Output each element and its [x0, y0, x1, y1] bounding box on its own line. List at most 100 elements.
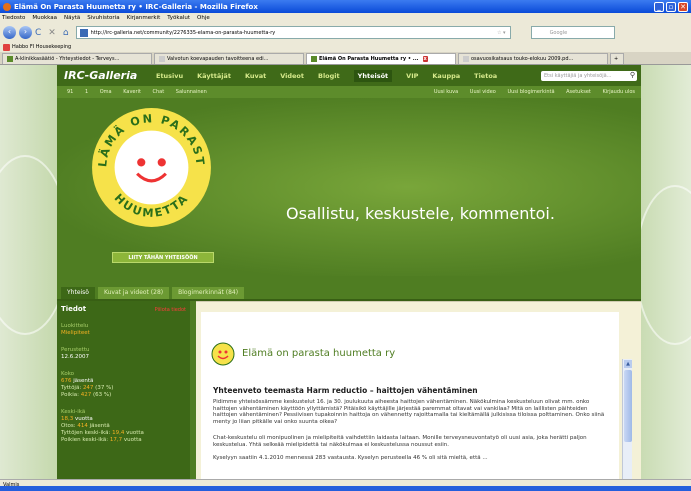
category-label: Luokittelu: [61, 323, 89, 329]
nav-tietoa[interactable]: Tietoa: [474, 72, 497, 80]
menu-tools[interactable]: Työkalut: [167, 15, 190, 21]
article-panel: Elämä on parasta huumetta ry Yhteenveto …: [201, 312, 619, 479]
nav-videot[interactable]: Videot: [280, 72, 304, 80]
browser-tab[interactable]: A-klinikkasäätiö - Yhteystiedot - Tervey…: [2, 53, 152, 64]
founded-value: 12.6.2007: [61, 354, 89, 360]
nav-blogit[interactable]: Blogit: [318, 72, 340, 80]
subbar-notifications[interactable]: 1: [85, 89, 88, 95]
home-icon[interactable]: ⌂: [63, 28, 69, 38]
nav-kayttajat[interactable]: Käyttäjät: [197, 72, 231, 80]
reload-icon[interactable]: C: [35, 28, 41, 38]
join-community-button[interactable]: LIITY TÄHÄN YHTEISÖÖN: [112, 252, 214, 263]
girls-age-label: Tyttöjen keski-ikä:: [61, 430, 113, 436]
forward-button[interactable]: ›: [19, 26, 32, 39]
tab-favicon-icon: [463, 56, 469, 62]
sample-label: Otos:: [61, 423, 78, 429]
hide-info-link[interactable]: Piilota tiedot: [155, 307, 186, 313]
group-name-heading: Elämä on parasta huumetta ry: [242, 348, 396, 359]
category-value[interactable]: Mielipiteet: [61, 330, 186, 337]
site-search-input[interactable]: Etsi käyttäjiä ja yhteisöjä... ⚲: [541, 70, 637, 81]
tab-photos-videos[interactable]: Kuvat ja videot (28): [97, 287, 170, 299]
browser-tab[interactable]: osavuosikatsaus touko-elokuu 2009.pd...: [458, 53, 608, 64]
subbar-own[interactable]: Oma: [100, 89, 112, 95]
category-block: Luokittelu Mielipiteet: [61, 323, 186, 337]
new-tab-button[interactable]: +: [610, 53, 624, 64]
decorative-swirl: [635, 185, 691, 345]
tab-label: osavuosikatsaus touko-elokuu 2009.pd...: [471, 56, 574, 62]
girls-count: 247: [82, 385, 94, 391]
bookmark-star-icon[interactable]: ☆ ▾: [497, 30, 506, 36]
subbar-friends[interactable]: Kaverit: [123, 89, 141, 95]
search-icon[interactable]: ⚲: [630, 71, 635, 79]
nav-kuvat[interactable]: Kuvat: [245, 72, 266, 80]
menu-bookmarks[interactable]: Kirjanmerkit: [127, 15, 161, 21]
boys-age-label: Poikien keski-ikä:: [61, 437, 110, 443]
search-placeholder: Google: [549, 29, 568, 36]
article-scrollbar[interactable]: ▲: [622, 359, 632, 479]
new-photo-link[interactable]: Uusi kuva: [434, 89, 458, 95]
logout-link[interactable]: Kirjaudu ulos: [603, 89, 636, 95]
nav-kauppa[interactable]: Kauppa: [432, 72, 460, 80]
page-viewport[interactable]: IRC-Galleria Etusivu Käyttäjät Kuvat Vid…: [0, 65, 691, 479]
new-video-link[interactable]: Uusi video: [470, 89, 496, 95]
tab-label: Elämä On Parasta Huumetta ry • ...: [319, 56, 419, 62]
bookmark-item[interactable]: Habbo FI Housekeeping: [12, 44, 71, 50]
subbar-chat[interactable]: Chat: [153, 89, 165, 95]
info-header: Tiedot Piilota tiedot: [61, 305, 186, 313]
close-button[interactable]: ✕: [678, 1, 688, 12]
subbar-random[interactable]: Salunnainen: [176, 89, 207, 95]
url-text: http://irc-galleria.net/community/227633…: [90, 29, 276, 36]
subbar-messages[interactable]: 91: [67, 89, 73, 95]
boys-age-unit: vuotta: [122, 437, 142, 443]
girls-label: Tyttöjä:: [61, 385, 83, 391]
banner-slogan: Osallistu, keskustele, kommentoi.: [286, 204, 555, 223]
menu-history[interactable]: Sivuhistoria: [87, 15, 119, 21]
search-input[interactable]: Google: [530, 26, 615, 39]
site-logo[interactable]: IRC-Galleria: [64, 69, 156, 82]
age-value: 18,3: [61, 416, 74, 422]
menu-file[interactable]: Tiedosto: [2, 15, 25, 21]
url-bar[interactable]: http://irc-galleria.net/community/227633…: [75, 26, 511, 39]
tab-blog-entries[interactable]: Blogimerkinnät (84): [172, 287, 245, 299]
tab-label: A-klinikkasäätiö - Yhteystiedot - Tervey…: [15, 56, 120, 62]
menu-bar: Tiedosto Muokkaa Näytä Sivuhistoria Kirj…: [0, 13, 691, 23]
size-block: Koko 676 jäsentä Tyttöjä: 247 (37 %) Poi…: [61, 371, 186, 399]
firefox-icon: [3, 2, 11, 11]
tab-close-icon[interactable]: x: [422, 56, 428, 62]
scroll-thumb[interactable]: [624, 370, 632, 442]
founded-block: Perustettu 12.6.2007: [61, 347, 186, 361]
settings-link[interactable]: Asetukset: [566, 89, 591, 95]
menu-help[interactable]: Ohje: [197, 15, 210, 21]
stop-icon[interactable]: ✕: [48, 28, 56, 38]
maximize-button[interactable]: ▫: [666, 1, 676, 12]
tab-community[interactable]: Yhteisö: [61, 287, 95, 299]
habbo-icon: [3, 43, 10, 51]
tab-label: Valvotun koevapauden tavoitteena edi...: [167, 56, 269, 62]
nav-vip[interactable]: VIP: [406, 72, 418, 80]
browser-tab[interactable]: Valvotun koevapauden tavoitteena edi...: [154, 53, 304, 64]
boys-percent: (63 %): [91, 392, 112, 398]
tab-favicon-icon: [159, 56, 165, 62]
new-blog-link[interactable]: Uusi blogimerkintä: [507, 89, 554, 95]
community-banner: ELÄMÄ ON PARASTA HUUMETTA Osallistu, kes…: [57, 98, 641, 276]
menu-view[interactable]: Näytä: [64, 15, 80, 21]
menu-edit[interactable]: Muokkaa: [32, 15, 57, 21]
window-titlebar: Elämä On Parasta Huumetta ry • IRC-Galle…: [0, 0, 691, 13]
nav-yhteisot[interactable]: Yhteisöt: [353, 69, 393, 82]
boys-count: 427: [80, 392, 92, 398]
members-text: jäsentä: [71, 378, 94, 384]
window-title: Elämä On Parasta Huumetta ry • IRC-Galle…: [14, 2, 258, 11]
article-paragraph: Pidimme yhteisössämme keskustelut 16. ja…: [213, 399, 605, 425]
windows-taskbar: [0, 486, 691, 491]
browser-tab-active[interactable]: Elämä On Parasta Huumetta ry • ... x: [306, 53, 456, 64]
girls-age-value: 19,4: [112, 430, 125, 436]
boys-age-value: 17,7: [109, 437, 123, 443]
site-header: IRC-Galleria Etusivu Käyttäjät Kuvat Vid…: [57, 65, 641, 86]
tab-favicon-icon: [311, 56, 317, 62]
sample-count: 414: [77, 423, 88, 429]
minimize-button[interactable]: _: [654, 1, 664, 12]
nav-etusivu[interactable]: Etusivu: [156, 72, 183, 80]
back-button[interactable]: ‹: [3, 26, 16, 39]
bookmarks-toolbar: Habbo FI Housekeeping: [0, 42, 691, 52]
scroll-up-icon[interactable]: ▲: [624, 360, 632, 368]
